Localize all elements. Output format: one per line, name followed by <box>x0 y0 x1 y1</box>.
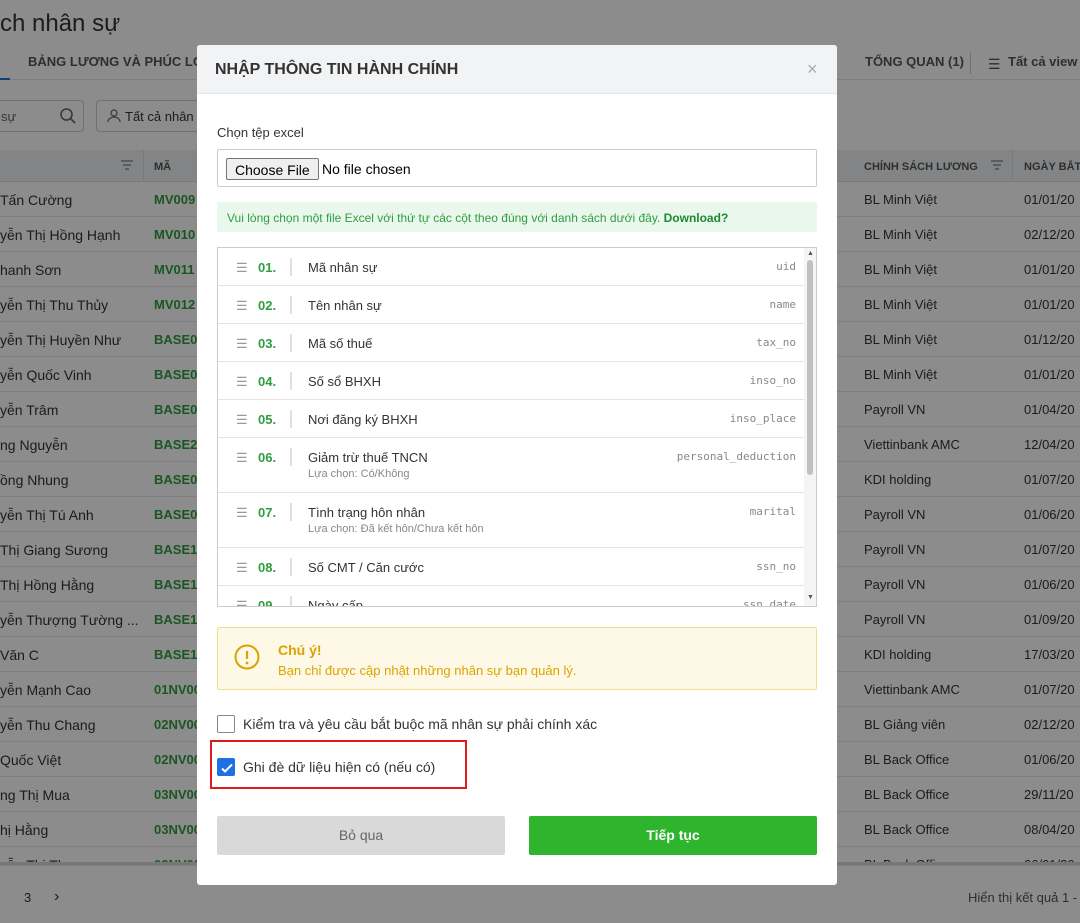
list-scroll-thumb[interactable] <box>807 260 813 475</box>
list-scrollbar[interactable]: ▲ ▼ <box>804 248 816 606</box>
drag-handle-icon[interactable]: ☰ <box>236 298 248 314</box>
check-icon <box>221 763 233 773</box>
warning-title: Chú ý! <box>278 642 322 658</box>
file-status: No file chosen <box>322 161 411 177</box>
modal-title: NHẬP THÔNG TIN HÀNH CHÍNH <box>215 61 459 78</box>
modal-header: NHẬP THÔNG TIN HÀNH CHÍNH × <box>197 45 837 94</box>
column-order-item[interactable]: ☰ 05. Nơi đăng ký BHXH inso_place <box>218 400 806 438</box>
drag-handle-icon[interactable]: ☰ <box>236 412 248 428</box>
field-number: 03. <box>258 336 277 351</box>
field-label: Số sổ BHXH <box>308 374 381 389</box>
field-number: 07. <box>258 505 277 520</box>
field-key: inso_no <box>749 374 796 387</box>
field-number: 08. <box>258 560 277 575</box>
field-label: Nơi đăng ký BHXH <box>308 412 418 427</box>
import-modal: NHẬP THÔNG TIN HÀNH CHÍNH × Chọn tệp exc… <box>197 45 837 885</box>
field-key: ssn_date <box>743 598 796 607</box>
field-divider <box>290 503 292 521</box>
field-label: Số CMT / Căn cước <box>308 560 424 575</box>
drag-handle-icon[interactable]: ☰ <box>236 505 248 521</box>
verify-code-label: Kiểm tra và yêu cầu bắt buộc mã nhân sự … <box>243 716 598 732</box>
field-hint: Lựa chọn: Đã kết hôn/Chưa kết hôn <box>308 523 484 535</box>
instruction-notice: Vui lòng chọn một file Excel với thứ tự … <box>217 202 817 232</box>
scroll-up-icon[interactable]: ▲ <box>807 250 814 257</box>
field-number: 06. <box>258 450 277 465</box>
column-order-item[interactable]: ☰ 06. Giảm trừ thuế TNCN Lựa chọn: Có/Không… <box>218 438 806 493</box>
column-order-items: ☰ 01. Mã nhân sự uid ☰ 02. Tên nhân sự name ☰ 03.… <box>218 248 806 607</box>
overwrite-checkbox[interactable] <box>217 758 235 776</box>
notice-text: Vui lòng chọn một file Excel với thứ tự … <box>227 211 661 225</box>
field-divider <box>290 448 292 466</box>
field-label: Mã số thuế <box>308 336 373 351</box>
drag-handle-icon[interactable]: ☰ <box>236 336 248 352</box>
field-key: marital <box>749 505 796 518</box>
warning-box: Chú ý! Bạn chỉ được cập nhật những nhân … <box>217 627 817 690</box>
field-divider <box>290 558 292 576</box>
drag-handle-icon[interactable]: ☰ <box>236 598 248 606</box>
skip-button[interactable]: Bỏ qua <box>217 816 505 855</box>
field-number: 09. <box>258 598 277 607</box>
field-divider <box>290 258 292 276</box>
drag-handle-icon[interactable]: ☰ <box>236 374 248 390</box>
field-key: ssn_no <box>756 560 796 573</box>
field-key: inso_place <box>729 412 796 425</box>
field-label: Tình trạng hôn nhân <box>308 505 426 520</box>
column-order-item[interactable]: ☰ 02. Tên nhân sự name <box>218 286 806 324</box>
verify-code-checkbox[interactable] <box>217 715 235 733</box>
warning-text: Bạn chỉ được cập nhật những nhân sự bạn … <box>278 663 577 678</box>
field-key: uid <box>776 260 796 273</box>
field-key: name <box>769 298 797 311</box>
excel-file-input[interactable]: Choose File No file chosen <box>217 149 817 187</box>
field-number: 02. <box>258 298 277 313</box>
field-divider <box>290 334 292 352</box>
field-divider <box>290 410 292 428</box>
column-order-item[interactable]: ☰ 09. Ngày cấp ssn_date <box>218 586 806 607</box>
close-icon[interactable]: × <box>807 59 818 80</box>
field-label: Tên nhân sự <box>308 298 382 313</box>
scroll-down-icon[interactable]: ▼ <box>807 594 814 601</box>
column-order-item[interactable]: ☰ 03. Mã số thuế tax_no <box>218 324 806 362</box>
download-link[interactable]: Download? <box>664 211 729 225</box>
field-number: 05. <box>258 412 277 427</box>
field-number: 01. <box>258 260 277 275</box>
drag-handle-icon[interactable]: ☰ <box>236 260 248 276</box>
column-order-item[interactable]: ☰ 01. Mã nhân sự uid <box>218 248 806 286</box>
field-key: personal_deduction <box>676 450 796 463</box>
column-order-item[interactable]: ☰ 08. Số CMT / Căn cước ssn_no <box>218 548 806 586</box>
field-number: 04. <box>258 374 277 389</box>
field-label: Giảm trừ thuế TNCN <box>308 450 428 465</box>
field-label: Ngày cấp <box>308 598 363 607</box>
field-divider <box>290 596 292 606</box>
column-order-list: ☰ 01. Mã nhân sự uid ☰ 02. Tên nhân sự name ☰ 03.… <box>217 247 817 607</box>
column-order-item[interactable]: ☰ 07. Tình trạng hôn nhân Lựa chọn: Đã kết … <box>218 493 806 548</box>
file-label: Chọn tệp excel <box>217 125 304 140</box>
field-hint: Lựa chọn: Có/Không <box>308 468 410 480</box>
choose-file-button[interactable]: Choose File <box>226 158 319 180</box>
overwrite-label: Ghi đè dữ liệu hiện có (nếu có) <box>243 759 436 775</box>
field-key: tax_no <box>756 336 796 349</box>
field-label: Mã nhân sự <box>308 260 378 275</box>
column-order-item[interactable]: ☰ 04. Số sổ BHXH inso_no <box>218 362 806 400</box>
drag-handle-icon[interactable]: ☰ <box>236 450 248 466</box>
drag-handle-icon[interactable]: ☰ <box>236 560 248 576</box>
warning-icon <box>234 644 260 670</box>
continue-button[interactable]: Tiếp tục <box>529 816 817 855</box>
field-divider <box>290 372 292 390</box>
field-divider <box>290 296 292 314</box>
